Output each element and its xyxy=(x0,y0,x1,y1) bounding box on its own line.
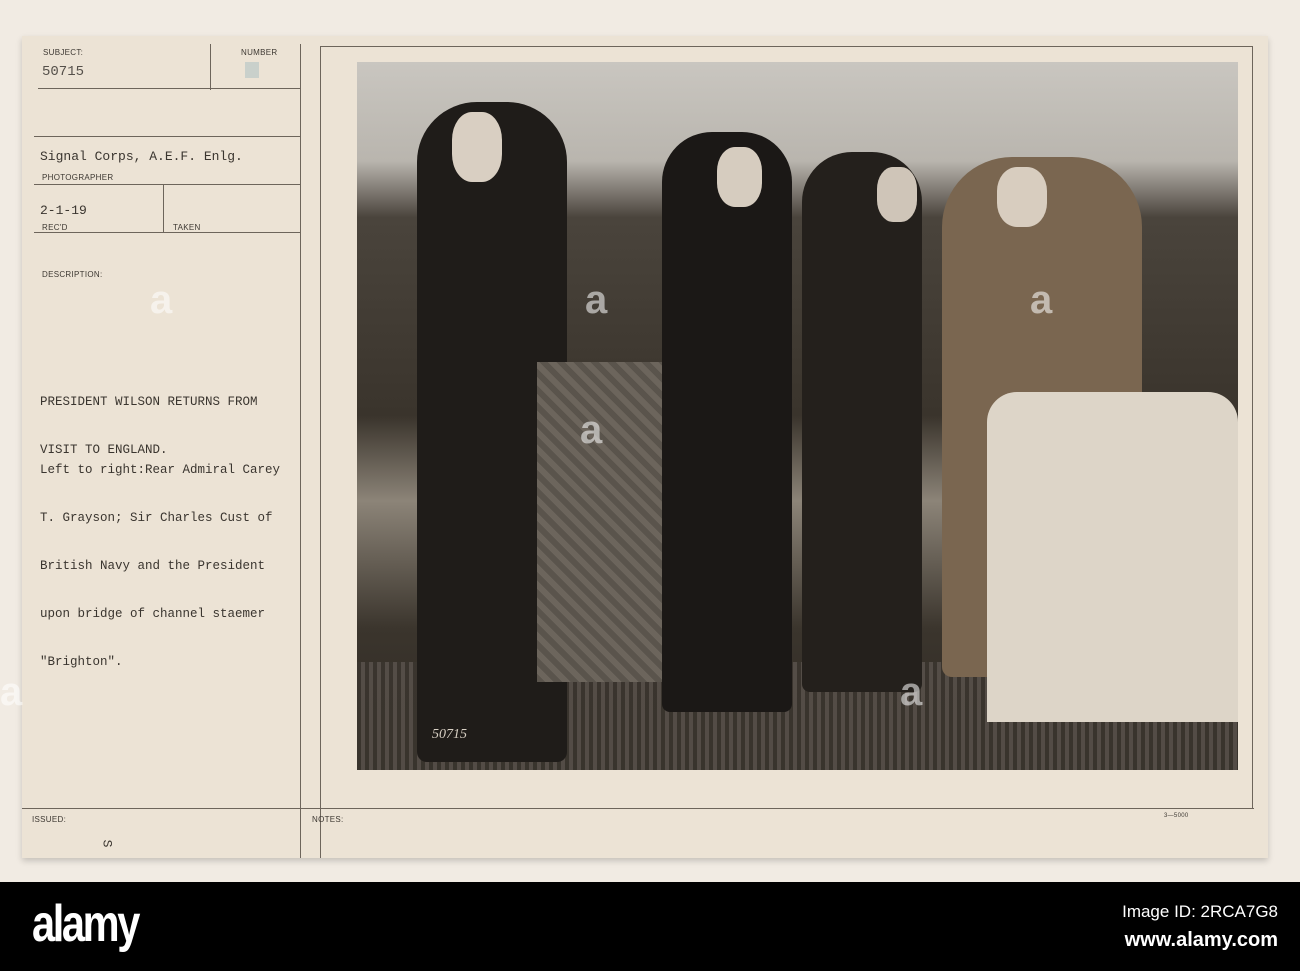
face xyxy=(717,147,762,207)
divider xyxy=(320,46,321,858)
face xyxy=(877,167,917,222)
title-line: PRESIDENT WILSON RETURNS FROM xyxy=(40,395,258,409)
face xyxy=(452,112,502,182)
face xyxy=(997,167,1047,227)
image-id: Image ID: 2RCA7G8 xyxy=(1122,902,1278,921)
number-label: NUMBER xyxy=(241,48,278,57)
divider xyxy=(38,88,301,89)
received-date: 2-1-19 xyxy=(40,203,87,218)
issued-value: S xyxy=(99,839,115,848)
person-rear-admiral xyxy=(662,132,792,712)
photo-stamp-number: 50715 xyxy=(432,727,467,742)
watermark: a xyxy=(900,670,922,714)
description-caption: Left to right:Rear Admiral Carey T. Gray… xyxy=(40,430,280,686)
divider xyxy=(163,185,164,233)
historical-photograph: 50715 xyxy=(357,62,1238,770)
person-sir-charles-cust xyxy=(802,152,922,692)
caption-line: T. Grayson; Sir Charles Cust of xyxy=(40,511,273,525)
white-blanket-chair xyxy=(987,392,1238,722)
issued-label: ISSUED: xyxy=(32,815,67,824)
subject-value: 50715 xyxy=(42,64,85,80)
description-label: DESCRIPTION: xyxy=(42,270,103,279)
plaid-blanket xyxy=(537,362,677,682)
notes-label: NOTES: xyxy=(312,815,344,824)
number-stamp-icon xyxy=(245,62,259,78)
divider xyxy=(300,44,301,858)
alamy-url[interactable]: www.alamy.com xyxy=(1125,929,1278,952)
divider xyxy=(34,136,301,137)
received-label: REC'D xyxy=(42,223,68,232)
photographer-value: Signal Corps, A.E.F. Enlg. xyxy=(40,149,243,164)
divider xyxy=(34,232,301,233)
divider xyxy=(22,808,1254,809)
stock-footer-bar: alamy Image ID: 2RCA7G8 www.alamy.com xyxy=(0,882,1300,971)
caption-line: "Brighton". xyxy=(40,655,123,669)
watermark: a xyxy=(580,408,602,452)
watermark: a xyxy=(585,278,607,322)
divider xyxy=(34,184,301,185)
subject-label: SUBJECT: xyxy=(43,48,84,57)
divider xyxy=(1252,46,1253,808)
watermark: a xyxy=(150,278,172,322)
caption-line: Left to right:Rear Admiral Carey xyxy=(40,463,281,477)
form-code: 3—5000 xyxy=(1164,813,1189,819)
watermark: a xyxy=(0,670,22,714)
taken-label: TAKEN xyxy=(173,223,201,232)
divider xyxy=(210,44,211,90)
watermark: a xyxy=(1030,278,1052,322)
divider xyxy=(320,46,1252,47)
caption-line: upon bridge of channel staemer xyxy=(40,607,266,621)
caption-line: British Navy and the President xyxy=(40,559,266,573)
alamy-logo: alamy xyxy=(32,895,140,953)
photographer-label: PHOTOGRAPHER xyxy=(42,173,114,182)
